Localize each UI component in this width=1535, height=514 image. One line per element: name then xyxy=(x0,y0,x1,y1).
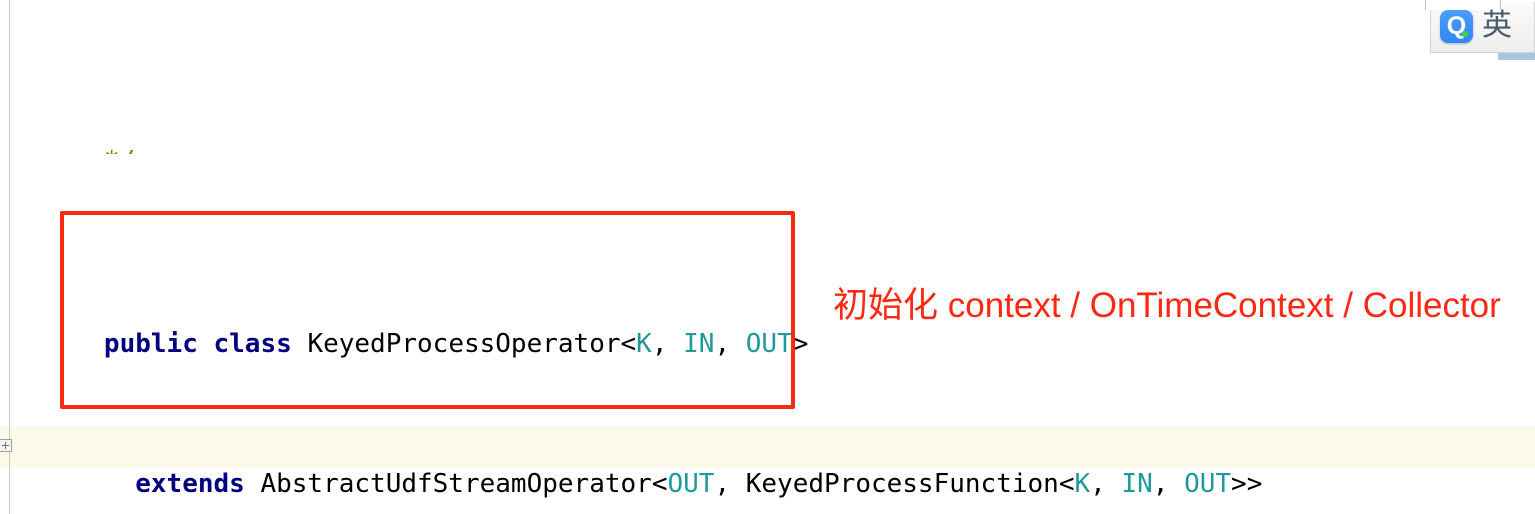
token-type-param: IN xyxy=(683,329,715,359)
token-punct: , xyxy=(1152,469,1185,499)
token-punct: >> xyxy=(1231,469,1263,499)
token-type-param: K xyxy=(1074,469,1091,499)
red-annotation-note: 初始化 context / OnTimeContext / Collector xyxy=(833,286,1501,325)
ime-toolbar[interactable]: Q 英 xyxy=(1422,0,1535,53)
token-type-param: K xyxy=(636,329,652,359)
ime-mode-label[interactable]: 英 xyxy=(1482,9,1512,43)
token-type-param: IN xyxy=(1121,469,1153,499)
code-editor[interactable]: */ public class KeyedProcessOperator<K, … xyxy=(0,0,1535,514)
token-punct: > xyxy=(792,329,809,359)
token-punct: , xyxy=(714,469,746,499)
code-fold-expand-icon[interactable] xyxy=(0,439,12,452)
comment-fragment: */ xyxy=(104,146,135,154)
qq-icon-letter: Q xyxy=(1446,11,1467,40)
token-class-name: KeyedProcessOperator xyxy=(307,329,621,359)
token-type-param: OUT xyxy=(745,329,793,359)
token-keyword: public xyxy=(103,329,198,359)
token-punct: < xyxy=(651,469,668,499)
token-punct: , xyxy=(1090,469,1122,499)
token-keyword: class xyxy=(213,329,292,359)
code-line[interactable]: */ xyxy=(10,140,1535,154)
status-dot-icon xyxy=(1462,30,1468,37)
code-line[interactable]: extends AbstractUdfStreamOperator<OUT, K… xyxy=(10,467,1535,502)
code-content[interactable]: */ public class KeyedProcessOperator<K, … xyxy=(10,0,1535,514)
token-type-param: OUT xyxy=(1184,469,1232,499)
token-punct: < xyxy=(620,329,637,359)
token-punct: , xyxy=(714,329,746,359)
token-class-name: KeyedProcessFunction xyxy=(745,469,1059,499)
ime-underline-bar xyxy=(1498,53,1535,60)
token-punct: < xyxy=(1058,469,1075,499)
token-punct: , xyxy=(651,329,684,359)
qq-logo-icon[interactable]: Q xyxy=(1440,9,1473,43)
token-keyword: extends xyxy=(135,469,245,499)
token-type-param: OUT xyxy=(667,469,715,499)
token-class-name: AbstractUdfStreamOperator xyxy=(260,469,652,499)
